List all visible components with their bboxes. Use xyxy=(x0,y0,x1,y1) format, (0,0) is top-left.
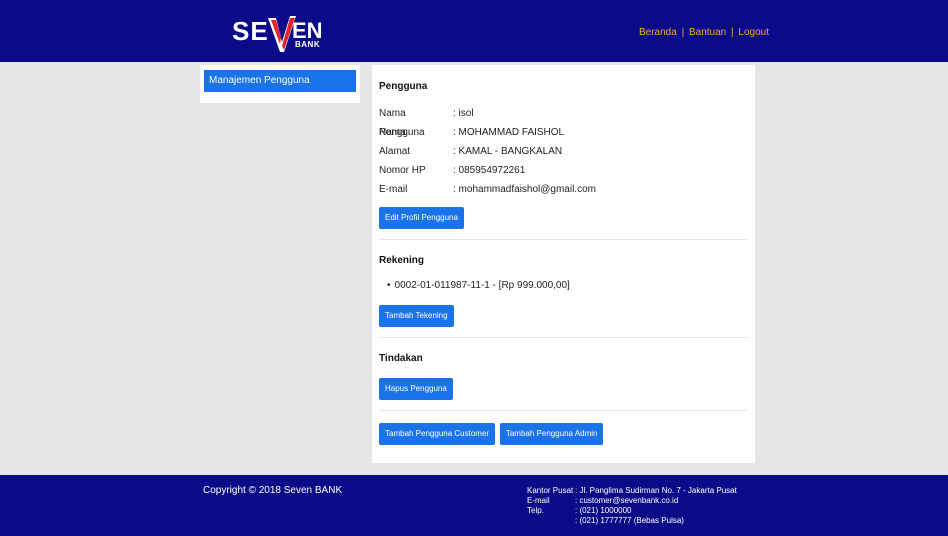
add-account-button[interactable]: Tambah Tekening xyxy=(379,305,454,327)
divider xyxy=(379,239,748,240)
sidebar: Manajemen Pengguna xyxy=(200,65,360,103)
office-row: Kantor Pusat : Jl. Panglima Sudirman No.… xyxy=(527,486,737,496)
nav-link-logout[interactable]: Logout xyxy=(738,27,769,38)
phone-value: : (021) 1000000 xyxy=(575,506,632,515)
phone-row: Telp. : (021) 1000000 xyxy=(527,506,737,516)
field-label: Alamat xyxy=(379,146,411,157)
nav-link-home[interactable]: Beranda xyxy=(639,27,677,38)
phone-label: Telp. xyxy=(527,506,544,515)
email-label: E-mail xyxy=(527,496,550,505)
nav-separator: | xyxy=(731,27,734,38)
user-field-name: Nama : MOHAMMAD FAISHOL xyxy=(379,123,748,142)
email-row: E-mail : customer@sevenbank.co.id xyxy=(527,496,737,506)
copyright-text: Copyright © 2018 Seven BANK xyxy=(203,485,343,496)
edit-profile-button[interactable]: Edit Profil Pengguna xyxy=(379,207,464,229)
field-label: Nama xyxy=(379,127,406,138)
delete-user-button[interactable]: Hapus Pengguna xyxy=(379,378,453,400)
header: SE EN BANK Beranda | Bantuan | Logout xyxy=(0,0,948,62)
add-customer-user-button[interactable]: Tambah Pengguna Customer xyxy=(379,423,496,445)
office-label: Kantor Pusat xyxy=(527,486,574,495)
footer: Copyright © 2018 Seven BANK Kantor Pusat… xyxy=(0,475,948,536)
user-field-phone: Nomor HP : 085954972261 xyxy=(379,161,748,180)
user-section-title: Pengguna xyxy=(379,81,428,92)
actions-section-title: Tindakan xyxy=(379,353,423,364)
nav-separator: | xyxy=(681,27,685,38)
main-panel: Pengguna Nama Pengguna : isol Nama : MOH… xyxy=(372,65,755,463)
logo-text-bank: BANK xyxy=(295,40,321,49)
divider xyxy=(379,337,748,338)
field-value: : mohammadfaishol@gmail.com xyxy=(453,184,596,195)
divider xyxy=(379,410,748,411)
field-value: : MOHAMMAD FAISHOL xyxy=(453,127,565,138)
office-value: : Jl. Panglima Sudirman No. 7 - Jakarta … xyxy=(575,486,737,495)
field-value: : 085954972261 xyxy=(453,165,526,176)
contact-info: Kantor Pusat : Jl. Panglima Sudirman No.… xyxy=(527,486,737,526)
bullet-icon: • xyxy=(387,280,391,291)
email-value: : customer@sevenbank.co.id xyxy=(575,496,679,505)
field-value: : KAMAL - BANGKALAN xyxy=(453,146,563,157)
user-field-username: Nama Pengguna : isol xyxy=(379,104,748,138)
phone-row-2: : (021) 1777777 (Bebas Pulsa) xyxy=(527,516,737,526)
field-label: Nomor HP xyxy=(379,165,426,176)
phone-value-2: : (021) 1777777 (Bebas Pulsa) xyxy=(575,516,684,525)
user-field-address: Alamat : KAMAL - BANGKALAN xyxy=(379,142,748,161)
sidebar-item-user-management[interactable]: Manajemen Pengguna xyxy=(204,70,356,92)
seven-bank-logo[interactable]: SE EN BANK xyxy=(232,14,342,54)
list-item: • 0002-01-011987-11-1 - [Rp 999.000,00] xyxy=(387,276,748,295)
top-navigation: Beranda | Bantuan | Logout xyxy=(639,27,769,38)
field-label: E-mail xyxy=(379,184,408,195)
nav-link-help[interactable]: Bantuan xyxy=(689,27,726,38)
add-admin-user-button[interactable]: Tambah Pengguna Admin xyxy=(499,423,604,445)
field-value: : isol xyxy=(453,108,474,119)
user-field-email: E-mail : mohammadfaishol@gmail.com xyxy=(379,180,748,199)
account-entry: 0002-01-011987-11-1 - [Rp 999.000,00] xyxy=(394,280,570,291)
field-label: Nama Pengguna xyxy=(379,108,425,138)
logo-text-left: SE xyxy=(232,16,269,46)
account-section-title: Rekening xyxy=(379,255,425,266)
account-list: • 0002-01-011987-11-1 - [Rp 999.000,00] xyxy=(379,276,748,295)
